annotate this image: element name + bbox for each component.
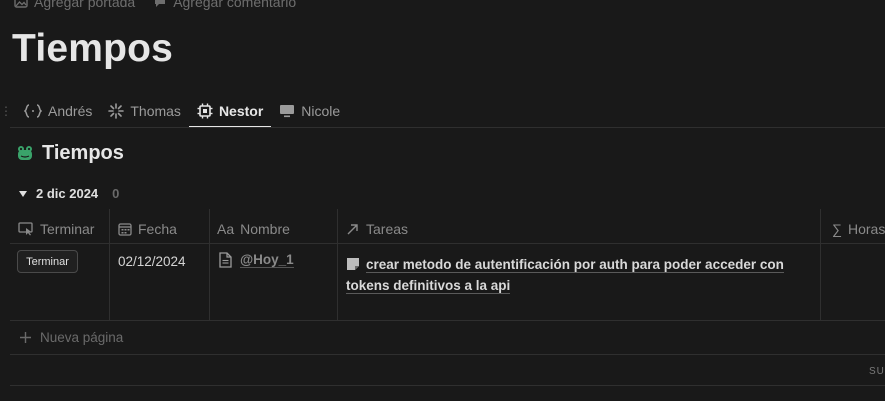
sparkle-burst-icon: [108, 102, 125, 119]
row-divider: [10, 320, 885, 321]
add-comment-button[interactable]: Agregar comentario: [153, 0, 296, 10]
task-cell[interactable]: crear metodo de autentificación por auth…: [346, 254, 806, 296]
new-page-button[interactable]: Nueva página: [19, 330, 123, 345]
frog-icon: [16, 145, 34, 163]
database-title[interactable]: Tiempos: [16, 142, 124, 165]
arrow-northeast-icon: [346, 222, 360, 236]
new-page-label: Nueva página: [40, 330, 124, 345]
column-label: Nombre: [240, 221, 290, 237]
terminar-button[interactable]: Terminar: [17, 250, 78, 273]
tab-label: Nicole: [301, 102, 341, 119]
page-icon: [346, 257, 360, 271]
column-header-tareas[interactable]: Tareas: [346, 218, 408, 240]
sigma-icon: ∑: [832, 221, 842, 237]
triangle-down-icon[interactable]: [18, 189, 28, 199]
column-separator[interactable]: [337, 209, 338, 320]
column-header-horas[interactable]: ∑ Horas: [832, 218, 885, 240]
new-page-divider: [10, 354, 885, 355]
tab-label: Andrés: [48, 102, 93, 119]
cursor-click-icon: [18, 222, 34, 236]
tab-nicole[interactable]: Nicole: [271, 94, 348, 127]
page-title[interactable]: Tiempos: [12, 27, 173, 71]
calculate-sum[interactable]: SU: [869, 366, 885, 377]
text-aa-icon: Aa: [217, 221, 235, 237]
column-label: Fecha: [138, 221, 177, 237]
tab-thomas[interactable]: Thomas: [100, 94, 189, 127]
group-header[interactable]: 2 dic 2024 0: [18, 186, 119, 201]
comment-icon: [153, 0, 167, 9]
tab-nestor[interactable]: Nestor: [188, 94, 272, 128]
column-header-nombre[interactable]: Aa Nombre: [217, 218, 290, 240]
database-title-text: Tiempos: [42, 142, 124, 164]
column-label: Horas: [847, 221, 885, 237]
column-separator[interactable]: [820, 209, 821, 320]
task-link[interactable]: crear metodo de autentificación por auth…: [346, 257, 784, 294]
tabs-divider: [10, 127, 885, 128]
group-count: 0: [112, 186, 120, 201]
name-cell[interactable]: @Hoy_1: [219, 252, 294, 268]
group-label: 2 dic 2024: [36, 186, 99, 201]
header-divider: [10, 243, 885, 244]
date-cell[interactable]: 02/12/2024: [118, 254, 186, 269]
plus-icon: [19, 331, 32, 344]
column-header-terminar[interactable]: Terminar: [18, 218, 94, 240]
column-header-fecha[interactable]: Fecha: [118, 218, 177, 240]
page-toolbar: Agregar portada Agregar comentario: [14, 0, 296, 10]
tab-label: Thomas: [130, 102, 181, 119]
column-separator[interactable]: [209, 209, 210, 320]
add-cover-label: Agregar portada: [34, 0, 136, 10]
view-tabs: ⋮ Andrés Thomas Nestor Nicole: [0, 94, 348, 128]
monitor-icon: [279, 104, 295, 118]
calendar-icon: [118, 222, 132, 236]
add-comment-label: Agregar comentario: [173, 0, 297, 10]
column-label: Tareas: [366, 221, 409, 237]
date-mention[interactable]: @Hoy_1: [240, 252, 294, 268]
tab-andres[interactable]: Andrés: [16, 94, 100, 127]
footer-divider: [10, 385, 885, 386]
code-braces-icon: [24, 103, 42, 118]
add-cover-button[interactable]: Agregar portada: [14, 0, 135, 10]
chip-icon: [197, 103, 213, 119]
tab-label: Nestor: [218, 102, 264, 119]
column-separator[interactable]: [109, 209, 110, 320]
image-icon: [14, 0, 28, 9]
column-label: Terminar: [40, 221, 95, 237]
document-icon: [219, 252, 232, 268]
drag-handle-icon[interactable]: ⋮: [0, 94, 16, 127]
